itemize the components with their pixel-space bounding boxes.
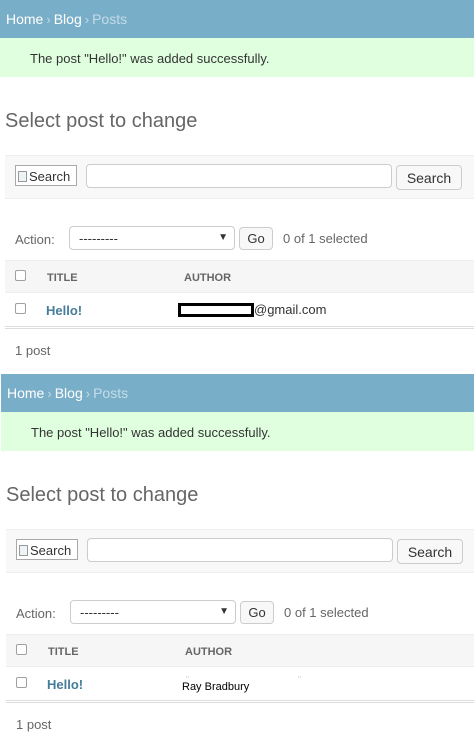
admin-panel-after: Home › Blog › Posts The post "Hello!" was ad… (1, 374, 474, 748)
author-cell: @gmail.com (178, 302, 326, 317)
page-title: Select post to change (6, 484, 199, 506)
breadcrumb: Home › Blog › Posts (1, 374, 474, 412)
select-all-checkbox[interactable] (15, 270, 26, 281)
breadcrumb: Home › Blog › Posts (0, 0, 474, 38)
search-image-alt: Search (30, 543, 72, 558)
breadcrumb-separator: › (85, 386, 91, 401)
dropdown-caret-icon: ▼ (218, 232, 228, 243)
success-message: The post "Hello!" was added successfully… (1, 412, 474, 451)
breadcrumb-home-link[interactable]: Home (7, 385, 44, 401)
selected-count: 0 of 1 selected (284, 605, 369, 620)
select-all-checkbox[interactable] (16, 644, 27, 655)
action-label: Action: (15, 232, 55, 247)
row-checkbox[interactable] (16, 677, 27, 688)
breadcrumb-separator: › (46, 12, 51, 27)
search-input[interactable] (86, 164, 392, 188)
search-button[interactable]: Search (396, 165, 462, 190)
admin-panel-before: Home › Blog › Posts The post "Hello!" was ad… (0, 0, 474, 374)
breadcrumb-current: Posts (93, 385, 129, 401)
page-title: Select post to change (5, 110, 198, 132)
table-row: Hello! ¨ ¨ Ray Bradbury (6, 667, 474, 701)
table-row: Hello! @gmail.com (5, 293, 474, 327)
actions-bar: Action: --------- ▼ Go 0 of 1 selected (6, 600, 474, 626)
post-title-link[interactable]: Hello! (46, 303, 82, 318)
go-button[interactable]: Go (239, 227, 273, 250)
breadcrumb-separator: › (84, 12, 90, 27)
broken-image-icon (19, 545, 28, 556)
action-select-value: --------- (79, 231, 118, 246)
go-button[interactable]: Go (240, 601, 274, 624)
redaction-box (178, 302, 254, 317)
action-select[interactable]: --------- ▼ (70, 600, 236, 624)
breadcrumb-separator: › (47, 386, 52, 401)
search-image-alt: Search (29, 169, 71, 184)
dropdown-caret-icon: ▼ (219, 606, 229, 617)
search-button[interactable]: Search (397, 539, 463, 564)
search-toolbar: Search Search (5, 155, 474, 199)
search-image: Search (16, 539, 78, 560)
action-select-value: --------- (80, 605, 119, 620)
search-image: Search (15, 165, 77, 186)
actions-bar: Action: --------- ▼ Go 0 of 1 selected (5, 226, 474, 252)
column-header-title[interactable]: TITLE (48, 646, 79, 658)
author-name: Ray Bradbury (182, 681, 250, 693)
breadcrumb-current: Posts (92, 11, 128, 27)
action-select[interactable]: --------- ▼ (69, 226, 235, 250)
selected-count: 0 of 1 selected (283, 231, 368, 246)
column-header-author[interactable]: AUTHOR (185, 646, 232, 658)
row-checkbox[interactable] (15, 303, 26, 314)
author-email: @gmail.com (254, 302, 327, 317)
search-toolbar: Search Search (6, 529, 474, 573)
paginator: 1 post (5, 328, 474, 358)
breadcrumb-blog-link[interactable]: Blog (54, 11, 82, 27)
broken-image-icon (18, 171, 27, 182)
column-header-title[interactable]: TITLE (47, 272, 78, 284)
table-header: TITLE AUTHOR (5, 260, 474, 293)
results-table: TITLE AUTHOR Hello! @gmail.com (5, 260, 474, 327)
breadcrumb-home-link[interactable]: Home (6, 11, 43, 27)
table-header: TITLE AUTHOR (6, 634, 474, 667)
post-title-link[interactable]: Hello! (47, 677, 83, 692)
column-header-author[interactable]: AUTHOR (184, 272, 231, 284)
results-table: TITLE AUTHOR Hello! ¨ ¨ Ray Bradbury (6, 634, 474, 701)
scan-artifact: ¨ (298, 675, 302, 685)
paginator: 1 post (6, 702, 474, 732)
search-input[interactable] (87, 538, 393, 562)
action-label: Action: (16, 606, 56, 621)
breadcrumb-blog-link[interactable]: Blog (55, 385, 83, 401)
success-message: The post "Hello!" was added successfully… (0, 38, 474, 77)
